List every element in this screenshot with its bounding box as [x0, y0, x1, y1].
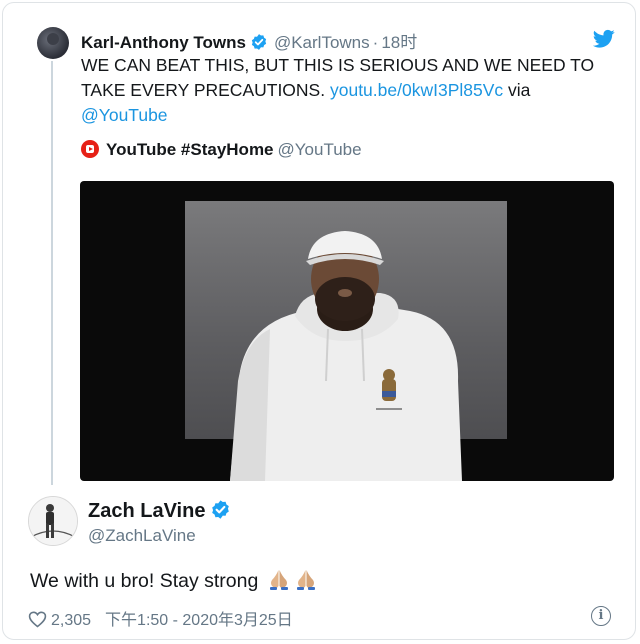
reply-author-handle[interactable]: @ZachLaVine	[88, 526, 196, 546]
youtube-card-title[interactable]: YouTube #StayHome	[106, 140, 274, 159]
youtube-card-header[interactable]: YouTube #StayHome @YouTube	[81, 140, 362, 160]
reply-tweet-text: We with u bro! Stay strong	[30, 567, 318, 593]
thread-connector-line	[51, 61, 53, 485]
karl-towns-avatar[interactable]	[37, 27, 69, 59]
zach-lavine-avatar[interactable]	[28, 496, 78, 546]
separator-dot: ·	[372, 33, 379, 52]
verified-badge-icon	[212, 500, 230, 519]
embedded-tweet-card: Karl-Anthony Towns @KarlTowns · 18时 WE CAN …	[2, 2, 636, 640]
youtube-logo-icon	[81, 140, 99, 158]
quoted-tweet-text: WE CAN BEAT THIS, BUT THIS IS SERIOUS AN…	[81, 53, 621, 128]
reply-timestamp[interactable]: 下午1:50 - 2020年3月25日	[105, 612, 293, 629]
twitter-bird-icon[interactable]	[593, 29, 615, 49]
info-icon[interactable]: i	[591, 606, 611, 626]
quoted-author-name[interactable]: Karl-Anthony Towns	[81, 33, 246, 52]
embedded-video-player[interactable]	[80, 181, 614, 481]
heart-icon[interactable]	[28, 610, 47, 628]
verified-badge-icon	[251, 34, 267, 50]
youtube-card-handle[interactable]: @YouTube	[278, 140, 362, 159]
via-youtube-mention[interactable]: @YouTube	[81, 105, 168, 125]
quoted-tweet-header: Karl-Anthony Towns @KarlTowns · 18时	[81, 28, 417, 53]
like-count[interactable]: 2,305	[51, 612, 91, 629]
reply-tweet-body: We with u bro! Stay strong	[30, 570, 259, 592]
video-frame-person-image	[230, 231, 462, 481]
via-label: via	[508, 80, 531, 100]
praying-hands-emoji	[269, 570, 288, 590]
reply-tweet-footer: 2,305 下午1:50 - 2020年3月25日	[28, 606, 293, 630]
praying-hands-emoji	[296, 570, 315, 590]
reply-author-name[interactable]: Zach LaVine	[88, 500, 205, 522]
quoted-tweet-time[interactable]: 18时	[381, 33, 417, 52]
quoted-author-handle[interactable]: @KarlTowns	[274, 33, 370, 52]
avatar-figure-image	[29, 497, 77, 545]
reply-author-row: Zach LaVine	[88, 499, 231, 523]
youtube-link[interactable]: youtu.be/0kwI3Pl85Vc	[330, 80, 503, 100]
